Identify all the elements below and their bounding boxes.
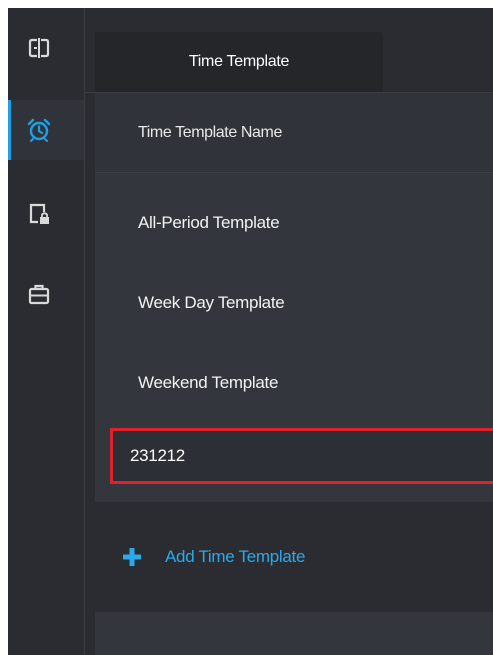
rail-item-device-permission[interactable] bbox=[8, 184, 84, 244]
template-name-input[interactable] bbox=[110, 428, 493, 484]
tab-time-template[interactable]: Time Template bbox=[95, 32, 383, 92]
tab-bar: Time Template bbox=[85, 8, 493, 93]
rail-item-time-template[interactable] bbox=[8, 100, 84, 160]
list-footer bbox=[95, 612, 493, 655]
main-panel: Time Template Time Template Name All-Per… bbox=[85, 8, 493, 655]
device-lock-icon bbox=[29, 203, 49, 224]
add-time-template-button[interactable]: Add Time Template bbox=[95, 502, 493, 612]
template-list: Time Template Name All-Period Template W… bbox=[95, 93, 493, 655]
app-window: Time Template Time Template Name All-Per… bbox=[8, 8, 493, 655]
plus-icon bbox=[123, 548, 141, 566]
rail-item-door-access[interactable] bbox=[8, 18, 84, 78]
list-item[interactable]: All-Period Template bbox=[95, 183, 493, 263]
alarm-clock-icon bbox=[27, 118, 51, 142]
rail-item-toolbox[interactable] bbox=[8, 264, 84, 324]
column-header: Time Template Name bbox=[95, 93, 493, 173]
door-access-icon bbox=[28, 38, 50, 58]
briefcase-icon bbox=[28, 284, 50, 305]
add-time-template-label: Add Time Template bbox=[165, 547, 306, 566]
side-rail bbox=[8, 8, 85, 655]
list-item[interactable]: Weekend Template bbox=[95, 343, 493, 423]
list-item[interactable]: Week Day Template bbox=[95, 263, 493, 343]
